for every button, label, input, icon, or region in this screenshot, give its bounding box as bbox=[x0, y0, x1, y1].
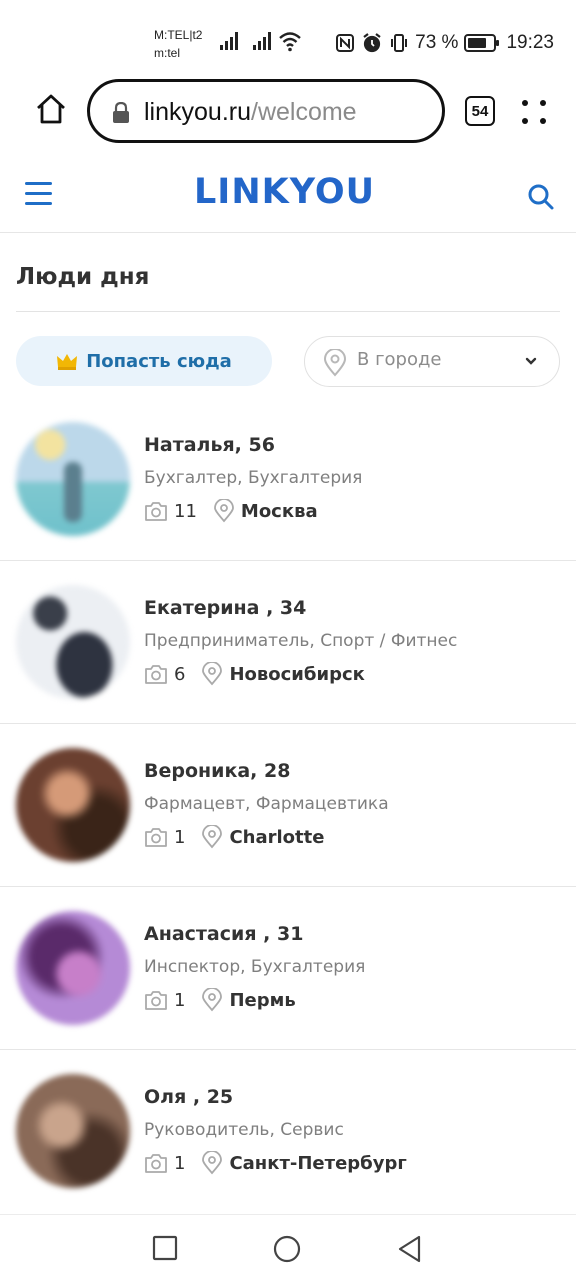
person-meta: 1 Пермь bbox=[144, 988, 296, 1012]
person-meta: 1 Charlotte bbox=[144, 825, 324, 849]
recent-apps-icon[interactable] bbox=[152, 1235, 178, 1261]
list-item[interactable]: Наталья, 56 Бухгалтер, Бухгалтерия 11 Мо… bbox=[0, 398, 576, 561]
location-pin-icon bbox=[214, 499, 234, 523]
url-domain: linkyou.ru bbox=[144, 98, 251, 126]
photo-count: 1 bbox=[174, 989, 186, 1011]
location-pin-icon bbox=[323, 349, 347, 377]
avatar bbox=[16, 911, 130, 1025]
browser-toolbar: linkyou.ru/welcome 54 bbox=[0, 72, 576, 152]
battery-percent: 73 % bbox=[415, 32, 459, 53]
person-occupation: Бухгалтер, Бухгалтерия bbox=[144, 468, 363, 488]
site-header: LINKYOU bbox=[0, 155, 576, 233]
person-name: Наталья, 56 bbox=[144, 434, 275, 456]
alarm-icon bbox=[363, 33, 381, 53]
person-meta: 1 Санкт-Петербург bbox=[144, 1151, 407, 1175]
chevron-down-icon bbox=[525, 357, 537, 365]
lock-icon bbox=[113, 102, 129, 123]
avatar bbox=[16, 422, 130, 536]
avatar bbox=[16, 1074, 130, 1188]
location-pin-icon bbox=[202, 988, 223, 1012]
browser-menu-icon[interactable] bbox=[520, 98, 550, 128]
signal-2-icon bbox=[253, 32, 273, 50]
city-filter-placeholder: В городе bbox=[357, 349, 442, 370]
people-list: Наталья, 56 Бухгалтер, Бухгалтерия 11 Мо… bbox=[0, 398, 576, 1213]
home-icon[interactable] bbox=[32, 90, 70, 128]
photo-count: 6 bbox=[174, 663, 186, 685]
section-title: Люди дня bbox=[16, 264, 150, 290]
site-logo[interactable]: LINKYOU bbox=[194, 172, 375, 212]
hamburger-menu-icon[interactable] bbox=[25, 182, 52, 206]
list-item[interactable]: Вероника, 28 Фармацевт, Фармацевтика 1 C… bbox=[0, 724, 576, 887]
person-name: Вероника, 28 bbox=[144, 760, 291, 782]
person-occupation: Фармацевт, Фармацевтика bbox=[144, 794, 389, 814]
camera-icon bbox=[145, 502, 167, 521]
person-occupation: Руководитель, Сервис bbox=[144, 1120, 344, 1140]
carrier-info: M:TEL|t2 m:tel bbox=[154, 26, 202, 62]
avatar bbox=[16, 748, 130, 862]
get-featured-button[interactable]: Попасть сюда bbox=[16, 336, 272, 386]
avatar bbox=[16, 585, 130, 699]
person-city: Charlotte bbox=[229, 826, 325, 848]
photo-count: 11 bbox=[174, 500, 197, 522]
person-name: Оля , 25 bbox=[144, 1086, 234, 1108]
status-bar: M:TEL|t2 m:tel 73 % 19:23 bbox=[0, 0, 576, 70]
camera-icon bbox=[145, 991, 167, 1010]
city-filter-select[interactable]: В городе bbox=[304, 336, 560, 387]
person-name: Екатерина , 34 bbox=[144, 597, 307, 619]
person-meta: 11 Москва bbox=[144, 499, 318, 523]
nfc-icon bbox=[336, 34, 355, 52]
camera-icon bbox=[145, 1154, 167, 1173]
wifi-icon bbox=[279, 32, 301, 52]
url-text[interactable]: linkyou.ru/welcome bbox=[144, 98, 357, 127]
location-pin-icon bbox=[202, 825, 223, 849]
list-item[interactable]: Анастасия , 31 Инспектор, Бухгалтерия 1 … bbox=[0, 887, 576, 1050]
url-path: /welcome bbox=[251, 98, 357, 126]
list-item[interactable]: Екатерина , 34 Предприниматель, Спорт / … bbox=[0, 561, 576, 724]
camera-icon bbox=[145, 828, 167, 847]
clock: 19:23 bbox=[506, 32, 554, 53]
section-divider bbox=[16, 311, 560, 312]
person-city: Пермь bbox=[229, 989, 296, 1011]
person-city: Санкт-Петербург bbox=[229, 1152, 407, 1174]
crown-icon bbox=[57, 354, 78, 370]
person-occupation: Предприниматель, Спорт / Фитнес bbox=[144, 631, 458, 651]
person-city: Новосибирск bbox=[229, 663, 365, 685]
photo-count: 1 bbox=[174, 826, 186, 848]
battery-level bbox=[468, 38, 487, 48]
person-city: Москва bbox=[240, 500, 318, 522]
home-circle-icon[interactable] bbox=[273, 1235, 301, 1263]
carrier-line-1: M:TEL|t2 bbox=[154, 28, 203, 42]
person-occupation: Инспектор, Бухгалтерия bbox=[144, 957, 366, 977]
location-pin-icon bbox=[202, 662, 223, 686]
list-item[interactable]: Оля , 25 Руководитель, Сервис 1 Санкт-Пе… bbox=[0, 1050, 576, 1213]
signal-1-icon bbox=[220, 32, 240, 50]
person-meta: 6 Новосибирск bbox=[144, 662, 365, 686]
address-bar[interactable]: linkyou.ru/welcome bbox=[87, 79, 445, 143]
battery-icon bbox=[464, 34, 500, 52]
vibrate-icon bbox=[391, 34, 408, 52]
carrier-line-2: m:tel bbox=[154, 46, 181, 60]
status-right: 73 % 19:23 bbox=[335, 32, 554, 54]
camera-icon bbox=[145, 665, 167, 684]
person-name: Анастасия , 31 bbox=[144, 923, 304, 945]
system-navigation-bar bbox=[0, 1214, 576, 1280]
photo-count: 1 bbox=[174, 1152, 186, 1174]
back-triangle-icon[interactable] bbox=[397, 1235, 423, 1263]
location-pin-icon bbox=[202, 1151, 223, 1175]
tab-switcher-button[interactable]: 54 bbox=[465, 96, 495, 126]
get-featured-label: Попасть сюда bbox=[86, 350, 232, 372]
search-icon[interactable] bbox=[527, 183, 555, 211]
